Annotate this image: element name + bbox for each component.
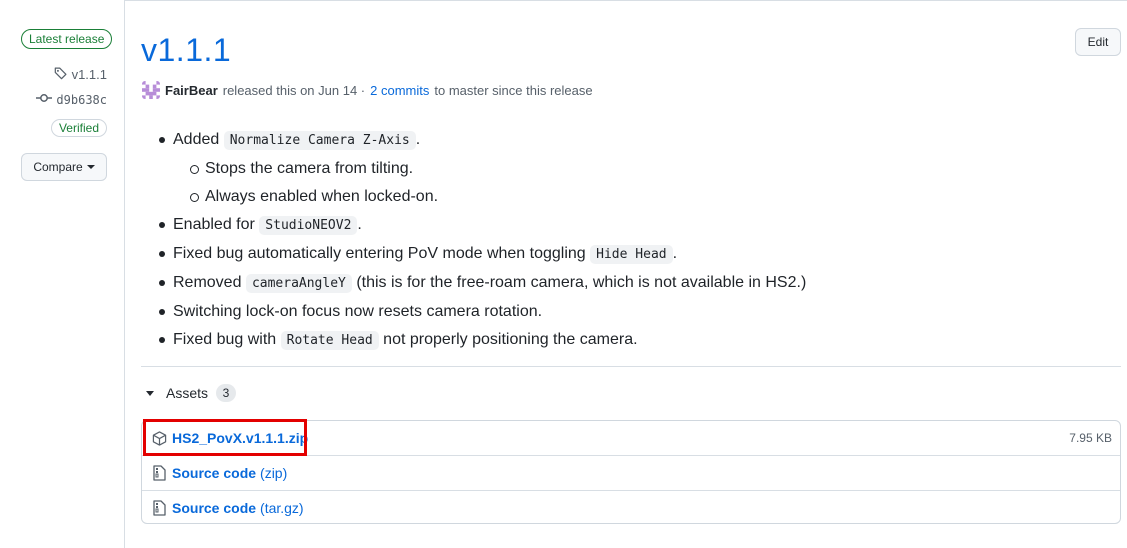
triangle-down-icon	[146, 390, 154, 396]
assets-label: Assets	[166, 385, 209, 401]
release-notes: Added Normalize Camera Z-Axis. Stops the…	[157, 126, 806, 355]
divider	[141, 366, 1121, 367]
asset-format: (tar.gz)	[260, 499, 304, 516]
note-text: not properly positioning the camera.	[383, 331, 638, 348]
note-text: .	[415, 131, 421, 148]
verified-badge[interactable]: Verified	[50, 119, 107, 137]
file-zip-icon	[151, 499, 167, 516]
compare-button[interactable]: Compare	[21, 153, 107, 181]
inline-code: StudioNEOV2	[259, 216, 358, 235]
commits-suffix: to master since this release	[434, 82, 593, 98]
asset-name: Source code	[172, 464, 257, 481]
release-meta: FairBear released this on Jun 14 · 2 com…	[142, 81, 593, 99]
asset-format: (zip)	[260, 464, 288, 481]
latest-release-badge: Latest release	[21, 29, 113, 49]
author-link[interactable]: FairBear	[165, 83, 218, 98]
highlight-box	[143, 419, 307, 456]
asset-link[interactable]: Source code (tar.gz)	[172, 500, 304, 516]
release-title[interactable]: v1.1.1	[141, 32, 231, 69]
note-text: Added	[173, 131, 220, 148]
sidebar-divider	[124, 0, 125, 548]
commit-icon	[36, 92, 53, 107]
commits-link[interactable]: 2 commits	[370, 83, 429, 98]
commit-link[interactable]: d9b638c	[36, 92, 107, 107]
list-item: Fixed bug automatically entering PoV mod…	[157, 240, 806, 269]
note-text: Enabled for	[173, 216, 255, 233]
asset-name: Source code	[172, 499, 257, 516]
note-text: Removed	[173, 274, 242, 291]
released-text: released this on Jun 14 ·	[222, 82, 366, 98]
inline-code: cameraAngleY	[245, 274, 352, 293]
inline-code: Hide Head	[590, 245, 673, 264]
inline-code: Normalize Camera Z-Axis	[223, 131, 416, 150]
note-text: .	[672, 245, 678, 262]
list-item: Always enabled when locked-on.	[173, 183, 806, 211]
note-text: Fixed bug with	[173, 331, 277, 348]
asset-size: 7.95 KB	[1069, 431, 1112, 445]
list-item: Fixed bug with Rotate Head not properly …	[157, 326, 806, 355]
note-text: (this is for the free-roam camera, which…	[356, 274, 807, 291]
asset-row-source-tar: Source code (tar.gz)	[142, 490, 1120, 524]
compare-label: Compare	[33, 160, 83, 174]
list-item: Stops the camera from tilting.	[173, 155, 806, 183]
asset-link[interactable]: Source code (zip)	[172, 465, 287, 481]
commit-sha: d9b638c	[56, 92, 107, 107]
top-border	[124, 0, 1127, 1]
assets-toggle[interactable]: Assets 3	[146, 384, 237, 402]
asset-row-source-zip: Source code (zip)	[142, 455, 1120, 489]
list-item: Added Normalize Camera Z-Axis. Stops the…	[157, 126, 806, 211]
avatar[interactable]	[142, 81, 160, 99]
inline-code: Rotate Head	[280, 331, 379, 350]
list-item: Switching lock-on focus now resets camer…	[157, 298, 806, 326]
list-item: Removed cameraAngleY (this is for the fr…	[157, 269, 806, 298]
edit-button[interactable]: Edit	[1075, 28, 1121, 56]
chevron-down-icon	[86, 165, 95, 169]
tag-label: v1.1.1	[71, 67, 107, 82]
tag-icon	[54, 66, 68, 83]
list-item: Enabled for StudioNEOV2.	[157, 211, 806, 240]
tag-link[interactable]: v1.1.1	[54, 66, 107, 83]
assets-count: 3	[216, 384, 237, 402]
note-text: Fixed bug automatically entering PoV mod…	[173, 245, 586, 262]
file-zip-icon	[151, 464, 167, 481]
note-text: .	[357, 216, 362, 233]
